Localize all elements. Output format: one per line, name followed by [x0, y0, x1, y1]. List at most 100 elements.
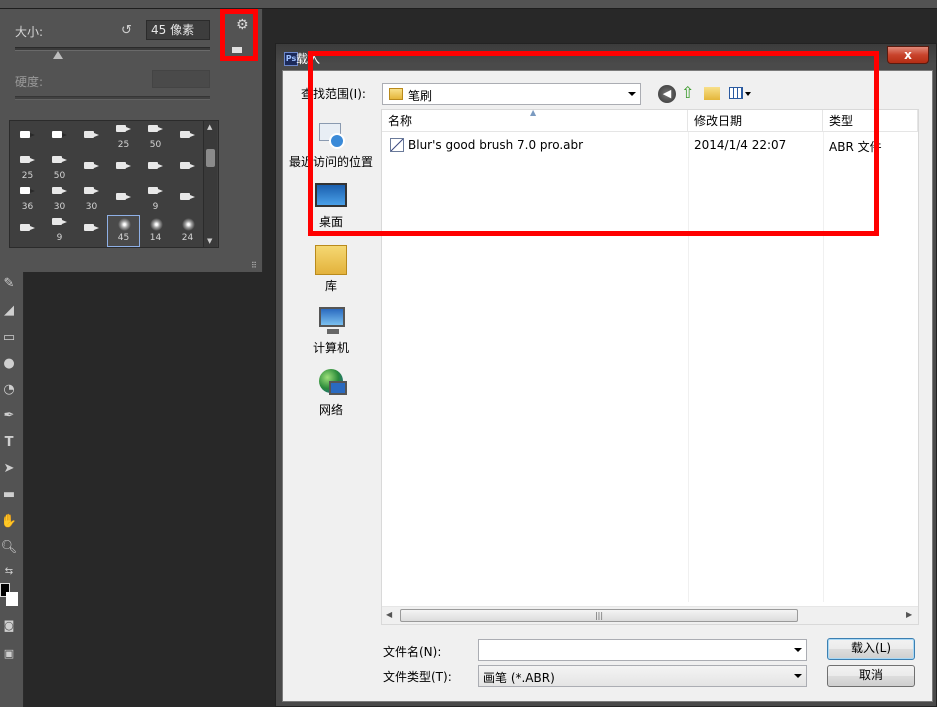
brush-preset[interactable]: [12, 123, 43, 153]
filetype-select[interactable]: 画笔 (*.ABR): [478, 665, 807, 687]
brush-size-label: 30: [53, 202, 66, 212]
brush-tip-icon: [148, 162, 164, 169]
place-label-computer: 计算机: [312, 341, 349, 355]
computer-icon: [315, 307, 347, 337]
close-button[interactable]: x: [887, 46, 929, 64]
brush-preset[interactable]: 30: [44, 185, 75, 215]
brush-preset[interactable]: [44, 123, 75, 153]
brush-tip-icon: [20, 224, 36, 231]
brush-preset[interactable]: 9: [140, 185, 171, 215]
resize-grip-icon[interactable]: ⠿: [251, 261, 257, 270]
dodge-tool-icon[interactable]: ◔: [0, 380, 18, 400]
horizontal-scroll-thumb[interactable]: |||: [400, 609, 798, 622]
brush-preset[interactable]: [76, 123, 107, 153]
brush-preset[interactable]: 14: [140, 216, 171, 246]
size-slider[interactable]: [15, 47, 210, 51]
filename-input[interactable]: [478, 639, 807, 661]
brush-tip-icon: [148, 187, 164, 194]
tools-panel: ✎ ◢ ▭ ● ◔ ✒ T ➤ ▬ ✋ 🔍︎ ⇆ ◙ ▣: [0, 272, 24, 707]
spray-brush-icon: [150, 218, 163, 231]
brush-tip-icon: [52, 187, 68, 194]
scroll-left-icon[interactable]: ◀: [386, 610, 392, 619]
brush-size-label: 30: [85, 202, 98, 212]
cancel-button[interactable]: 取消: [827, 665, 915, 687]
path-select-tool-icon[interactable]: ➤: [0, 459, 18, 479]
brush-tip-icon: [84, 131, 100, 138]
brush-tip-icon: [52, 156, 68, 163]
brush-tip-icon: [148, 125, 164, 132]
highlight-box-gear: [220, 9, 258, 61]
brush-preset[interactable]: 9: [44, 216, 75, 246]
brush-size-label: 25: [21, 171, 34, 181]
brush-tip-icon: [20, 187, 36, 194]
hardness-label: 硬度:: [15, 75, 44, 89]
brush-preset[interactable]: 36: [12, 185, 43, 215]
chevron-down-icon: [794, 674, 802, 678]
hand-tool-icon[interactable]: ✋: [0, 512, 18, 532]
brush-preset[interactable]: [140, 154, 171, 184]
network-icon: [315, 369, 347, 399]
gradient-tool-icon[interactable]: ▭: [0, 328, 18, 348]
hardness-input: [152, 70, 210, 88]
scroll-down-icon[interactable]: ▼: [207, 237, 212, 245]
brush-preset[interactable]: 45: [107, 215, 140, 247]
spray-brush-icon: [182, 218, 195, 231]
size-input[interactable]: 45 像素: [146, 20, 210, 40]
eraser-tool-icon[interactable]: ◢: [0, 301, 18, 321]
chevron-down-icon: [794, 648, 802, 652]
zoom-tool-icon[interactable]: 🔍︎: [0, 538, 18, 558]
load-button[interactable]: 载入(L): [827, 638, 915, 660]
brush-tool-icon[interactable]: ✎: [0, 274, 18, 294]
brush-preset[interactable]: 30: [76, 185, 107, 215]
brush-size-label: 14: [149, 233, 162, 243]
place-libraries[interactable]: 库: [285, 245, 377, 294]
brush-size-label: 50: [149, 140, 162, 150]
blur-tool-icon[interactable]: ●: [0, 354, 18, 374]
scroll-right-icon[interactable]: ▶: [906, 610, 912, 619]
brush-tip-icon: [52, 131, 68, 138]
place-network[interactable]: 网络: [285, 369, 377, 418]
brush-preset[interactable]: [172, 154, 203, 184]
brush-preset[interactable]: [76, 154, 107, 184]
brush-size-label: 9: [56, 233, 63, 243]
horizontal-scrollbar[interactable]: ◀ ||| ▶: [382, 606, 918, 624]
brush-preset[interactable]: 24: [172, 216, 203, 246]
type-tool-icon[interactable]: T: [0, 433, 18, 453]
pen-tool-icon[interactable]: ✒: [0, 406, 18, 426]
libraries-icon: [315, 245, 347, 275]
brush-tip-icon: [180, 193, 196, 200]
brush-preset[interactable]: [108, 185, 139, 215]
swap-colors-icon[interactable]: ⇆: [0, 562, 18, 582]
brush-size-label: 36: [21, 202, 34, 212]
screen-mode-icon[interactable]: ▣: [0, 644, 18, 664]
brush-size-label: 45: [117, 233, 130, 243]
place-computer[interactable]: 计算机: [285, 307, 377, 356]
highlight-box-file-area: [308, 51, 879, 236]
quick-mask-icon[interactable]: ◙: [0, 616, 18, 636]
preset-scrollbar[interactable]: ▲ ▼: [203, 121, 217, 247]
background-color-swatch[interactable]: [6, 592, 18, 606]
filename-label: 文件名(N):: [383, 645, 442, 659]
size-slider-thumb[interactable]: [53, 51, 63, 59]
brush-preset[interactable]: [76, 216, 107, 246]
brush-preset[interactable]: 25: [12, 154, 43, 184]
brush-preset[interactable]: [12, 216, 43, 246]
brush-preset[interactable]: 50: [140, 123, 171, 153]
brush-preset[interactable]: [108, 154, 139, 184]
brush-preset[interactable]: [172, 185, 203, 215]
brush-tip-icon: [116, 193, 132, 200]
brush-size-label: 50: [53, 171, 66, 181]
filetype-value: 画笔 (*.ABR): [483, 671, 555, 685]
brush-preset[interactable]: [172, 123, 203, 153]
place-label-network: 网络: [318, 403, 343, 417]
scroll-up-icon[interactable]: ▲: [207, 123, 212, 131]
brush-preset[interactable]: 50: [44, 154, 75, 184]
brush-preset[interactable]: 25: [108, 123, 139, 153]
hardness-slider: [15, 96, 210, 100]
brush-tip-icon: [20, 156, 36, 163]
rectangle-tool-icon[interactable]: ▬: [0, 485, 18, 505]
reset-size-icon[interactable]: ↺: [121, 23, 132, 38]
spray-brush-icon: [118, 218, 131, 231]
preset-scroll-thumb[interactable]: [206, 149, 215, 167]
brush-tip-icon: [52, 218, 68, 225]
